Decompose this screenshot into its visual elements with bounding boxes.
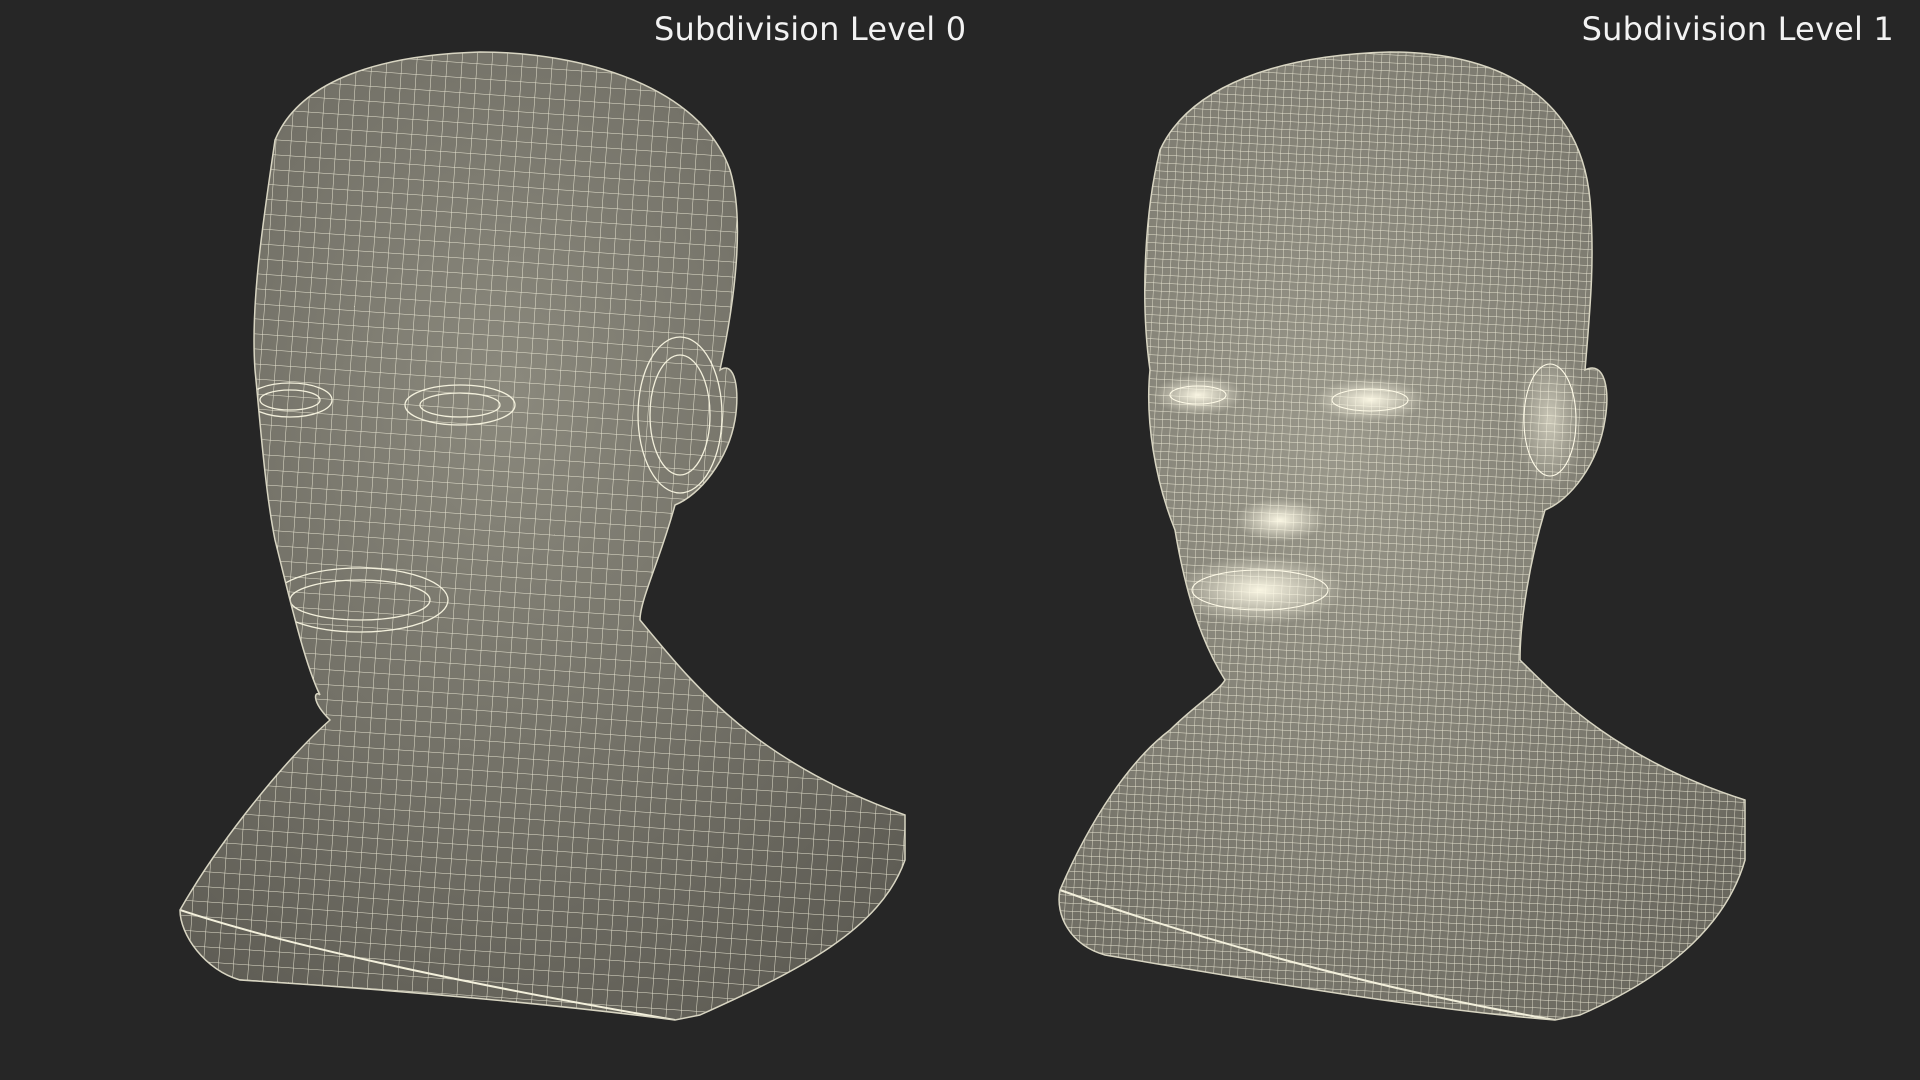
wireframe-head-render-fine [1058,51,1746,1021]
head-model-level-1 [960,0,1920,1080]
head-model-level-0 [0,0,960,1080]
viewport: Subdivision Level 0 Subdivision Level 1 [0,0,1920,1080]
wireframe-head-render-coarse [179,51,906,1021]
